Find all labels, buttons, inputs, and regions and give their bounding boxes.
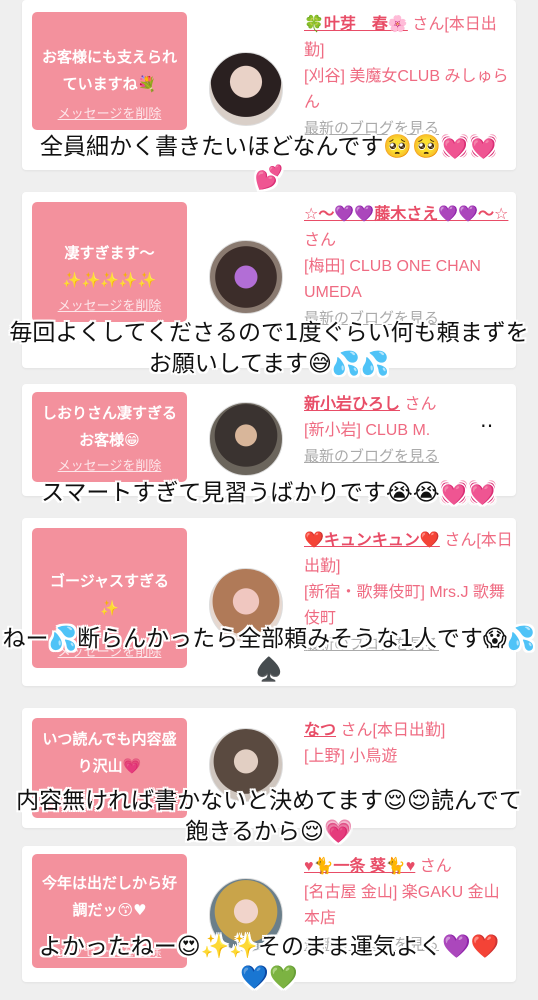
honorific: さん — [304, 232, 337, 249]
shop-name: [上野] 小鳥遊 — [304, 748, 398, 765]
cast-name-link[interactable]: 新小岩ひろし — [304, 396, 400, 413]
avatar[interactable] — [209, 52, 283, 126]
cast-name-link[interactable]: なつ — [304, 722, 336, 739]
honorific: さん — [340, 722, 373, 739]
message-text: いつ読んでも内容盛り沢山💗 — [42, 730, 177, 775]
shop-name: [新小岩] CLUB M. — [304, 422, 431, 439]
shop-name: [刈谷] 美魔女CLUB みしゅらん — [304, 68, 509, 111]
honorific: さん — [412, 16, 445, 33]
shop-name: [名古屋 金山] 楽GAKU 金山本店 — [304, 884, 500, 927]
caption-overlay: 毎回よくしてくださるので1度ぐらい何も頼まずをお願いしてます😅💦💦 — [9, 320, 529, 377]
message-text: ゴージャスすぎる ✨ — [50, 572, 169, 617]
shop-name: [梅田] CLUB ONE CHAN UMEDA — [304, 258, 481, 301]
caption-overlay: ねー💦断らんかったら全部頼みそうな1人です😱💦♠️ — [2, 626, 536, 683]
caption-overlay: 全員細かく書きたいほどなんです🥺🥺💓💓 💕 — [40, 134, 498, 191]
cast-name-link[interactable]: 🍀叶芽 春🌸 — [304, 16, 408, 33]
message-bubble: 凄すぎます〜 ✨✨✨✨✨ メッセージを削除 — [32, 202, 187, 322]
cast-name-link[interactable]: ♥🐈一条 葵🐈♥ — [304, 858, 415, 875]
work-status: [本日出勤] — [372, 722, 446, 739]
delete-message-link[interactable]: メッセージを削除 — [32, 103, 187, 122]
avatar[interactable] — [209, 240, 283, 314]
cast-info: ☆〜💜💜藤木さえ💜💜〜☆ さん [梅田] CLUB ONE CHAN UMEDA… — [304, 202, 514, 332]
cast-info: 🍀叶芽 春🌸 さん[本日出勤] [刈谷] 美魔女CLUB みしゅらん 最新のブロ… — [304, 12, 514, 142]
message-text: 凄すぎます〜 ✨✨✨✨✨ — [62, 244, 157, 289]
honorific: さん — [404, 396, 437, 413]
message-text: 今年は出だしから好調だッ😙♥ — [41, 874, 177, 919]
avatar[interactable] — [209, 402, 283, 476]
cast-name-link[interactable]: ☆〜💜💜藤木さえ💜💜〜☆ — [304, 206, 508, 223]
honorific: さん — [419, 858, 452, 875]
honorific: さん — [444, 532, 477, 549]
shop-name: [新宿・歌舞伎町] Mrs.J 歌舞伎町 — [304, 584, 505, 627]
message-text: お客様にも支えられていますね💐 — [41, 48, 177, 93]
message-text: しおりさん凄すぎるお客様😁 — [41, 404, 177, 449]
cast-info: なつ さん[本日出勤] [上野] 小鳥遊 — [304, 718, 514, 770]
caption-overlay: 内容無ければ書かないと決めてます😌😌読んでて飽きるから😌💗 — [16, 788, 522, 845]
caption-overlay: よかったねー😍✨✨そのまま運気よく💜❤️ 💙💚 — [38, 934, 500, 991]
message-bubble: お客様にも支えられていますね💐 メッセージを削除 — [32, 12, 187, 130]
caption-overlay: スマートすぎて見習うばかりです😭😭💓💓 — [41, 480, 497, 506]
latest-blog-link[interactable]: 最新のブログを見る — [304, 448, 439, 465]
message-bubble: しおりさん凄すぎるお客様😁 メッセージを削除 — [32, 392, 187, 482]
delete-message-link[interactable]: メッセージを削除 — [32, 455, 187, 474]
delete-message-link[interactable]: メッセージを削除 — [32, 295, 187, 314]
cast-name-link[interactable]: ❤️キュンキュン❤️ — [304, 532, 440, 549]
dots-decoration: ‥ — [480, 408, 494, 432]
